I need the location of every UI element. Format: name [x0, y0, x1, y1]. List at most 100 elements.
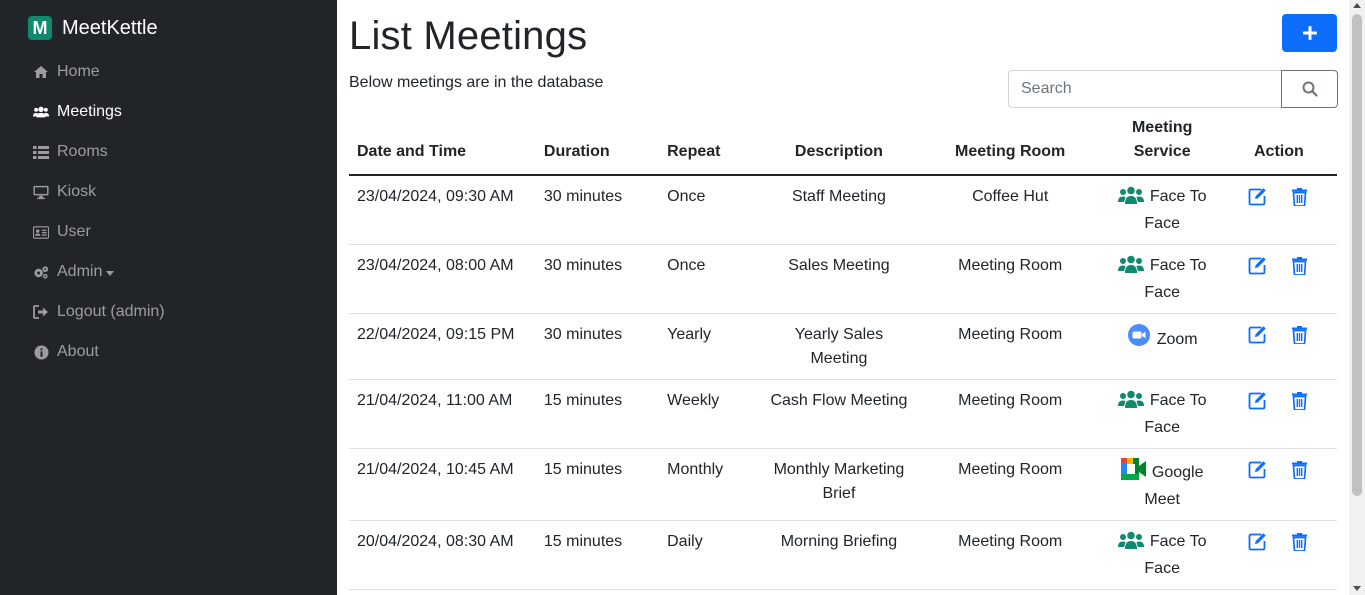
- zoom-icon: [1127, 323, 1151, 355]
- table-row: 20/04/2024, 08:30 AM 15 minutes Daily Morni…: [349, 520, 1337, 590]
- cell-datetime: 20/04/2024, 08:30 AM: [349, 520, 536, 590]
- scroll-thumb[interactable]: [1352, 14, 1362, 496]
- cell-datetime: 23/04/2024, 09:30 AM: [349, 175, 536, 245]
- cell-service: Face To Face: [1103, 520, 1221, 590]
- cell-repeat: Daily: [659, 520, 762, 590]
- trash-icon[interactable]: [1290, 325, 1309, 344]
- service-label: Face To Face: [1144, 188, 1207, 232]
- face-to-face-icon: [1117, 531, 1144, 557]
- cell-datetime: 23/04/2024, 08:00 AM: [349, 244, 536, 314]
- face-to-face-icon: [1117, 255, 1144, 281]
- cell-duration: 30 minutes: [535, 175, 660, 245]
- info-icon: [33, 344, 49, 360]
- table-header-row: Date and Time Duration Repeat Descriptio…: [349, 116, 1337, 176]
- cell-repeat: Yearly: [659, 313, 762, 380]
- trash-icon[interactable]: [1290, 391, 1309, 410]
- brand-logo-icon: M: [28, 16, 52, 40]
- column-header-description[interactable]: Description: [761, 116, 917, 176]
- sidebar-item-label: User: [57, 223, 91, 240]
- column-header-service[interactable]: Meeting Service: [1103, 116, 1221, 176]
- cell-room: Meeting Room: [916, 244, 1104, 314]
- brand-name: MeetKettle: [62, 16, 158, 39]
- sidebar-nav: Home Meetings Rooms Kiosk User Admin Log…: [33, 52, 165, 372]
- home-icon: [33, 64, 49, 80]
- trash-icon[interactable]: [1290, 532, 1309, 551]
- scroll-down-icon[interactable]: [1353, 586, 1361, 591]
- cell-duration: 15 minutes: [535, 520, 660, 590]
- column-header-duration[interactable]: Duration: [535, 116, 660, 176]
- edit-icon[interactable]: [1248, 460, 1267, 479]
- plus-icon: [1302, 26, 1317, 40]
- page-subtitle: Below meetings are in the database: [349, 74, 604, 91]
- edit-icon[interactable]: [1248, 256, 1267, 275]
- cell-service: Zoom: [1103, 313, 1221, 380]
- sidebar: M MeetKettle Home Meetings Rooms Kiosk U…: [0, 0, 337, 595]
- list-icon: [33, 144, 49, 160]
- edit-icon[interactable]: [1248, 325, 1267, 344]
- cell-duration: 15 minutes: [535, 379, 660, 449]
- cell-description: Yearly Sales Meeting: [761, 313, 917, 380]
- cell-duration: 15 minutes: [535, 448, 660, 521]
- cell-service: Google Meet: [1103, 448, 1221, 521]
- cell-repeat: Once: [659, 244, 762, 314]
- sidebar-item-logout[interactable]: Logout (admin): [33, 292, 165, 332]
- cell-actions: [1220, 313, 1337, 380]
- service-label: Face To Face: [1144, 392, 1207, 436]
- cell-actions: [1220, 448, 1337, 521]
- cell-repeat: Once: [659, 175, 762, 245]
- chevron-down-icon: [106, 270, 115, 276]
- cell-room: Meeting Room: [916, 448, 1104, 521]
- edit-icon[interactable]: [1248, 391, 1267, 410]
- table-row: 22/04/2024, 09:15 PM 30 minutes Yearly Year…: [349, 313, 1337, 380]
- table-row: 21/04/2024, 11:00 AM 15 minutes Weekly Cash…: [349, 379, 1337, 449]
- cell-actions: [1220, 520, 1337, 590]
- table-row: 21/04/2024, 10:45 AM 15 minutes Monthly Mon…: [349, 448, 1337, 521]
- search-input[interactable]: [1008, 70, 1281, 108]
- face-to-face-icon: [1117, 390, 1144, 416]
- cell-description: Staff Meeting: [761, 175, 917, 245]
- edit-icon[interactable]: [1248, 532, 1267, 551]
- column-header-action: Action: [1220, 116, 1337, 176]
- column-header-room[interactable]: Meeting Room: [916, 116, 1104, 176]
- sidebar-item-meetings[interactable]: Meetings: [33, 92, 165, 132]
- gears-icon: [33, 264, 49, 280]
- cell-service: Face To Face: [1103, 175, 1221, 245]
- monitor-icon: [33, 184, 49, 200]
- trash-icon[interactable]: [1290, 256, 1309, 275]
- edit-icon[interactable]: [1248, 187, 1267, 206]
- cell-datetime: 21/04/2024, 10:45 AM: [349, 448, 536, 521]
- cell-repeat: Weekly: [659, 379, 762, 449]
- sidebar-item-kiosk[interactable]: Kiosk: [33, 172, 165, 212]
- sidebar-item-user[interactable]: User: [33, 212, 165, 252]
- face-to-face-icon: [1117, 186, 1144, 212]
- cell-duration: 30 minutes: [535, 244, 660, 314]
- sidebar-item-label: Logout (admin): [57, 303, 165, 320]
- sidebar-item-label: Kiosk: [57, 183, 97, 200]
- service-label: Face To Face: [1144, 533, 1207, 577]
- search-button[interactable]: [1281, 70, 1338, 108]
- cell-datetime: 21/04/2024, 11:00 AM: [349, 379, 536, 449]
- sidebar-item-home[interactable]: Home: [33, 52, 165, 92]
- sidebar-item-about[interactable]: About: [33, 332, 165, 372]
- cell-datetime: 22/04/2024, 09:15 PM: [349, 313, 536, 380]
- search-icon: [1302, 81, 1318, 97]
- column-header-repeat[interactable]: Repeat: [659, 116, 762, 176]
- trash-icon[interactable]: [1290, 187, 1309, 206]
- sidebar-item-rooms[interactable]: Rooms: [33, 132, 165, 172]
- trash-icon[interactable]: [1290, 460, 1309, 479]
- add-meeting-button[interactable]: [1282, 14, 1337, 52]
- scroll-up-icon[interactable]: [1353, 3, 1361, 8]
- cell-room: Meeting Room: [916, 379, 1104, 449]
- table-row: 23/04/2024, 09:30 AM 30 minutes Once Staff …: [349, 175, 1337, 245]
- service-label: Google Meet: [1144, 464, 1204, 508]
- brand[interactable]: M MeetKettle: [28, 16, 158, 40]
- sidebar-item-label: Rooms: [57, 143, 108, 160]
- google-meet-icon: [1120, 458, 1146, 488]
- cell-repeat: Monthly: [659, 448, 762, 521]
- vertical-scrollbar[interactable]: [1349, 0, 1365, 595]
- cell-duration: 30 minutes: [535, 313, 660, 380]
- column-header-date[interactable]: Date and Time: [349, 116, 536, 176]
- cell-room: Coffee Hut: [916, 175, 1104, 245]
- sidebar-item-admin[interactable]: Admin: [33, 252, 165, 292]
- cell-actions: [1220, 175, 1337, 245]
